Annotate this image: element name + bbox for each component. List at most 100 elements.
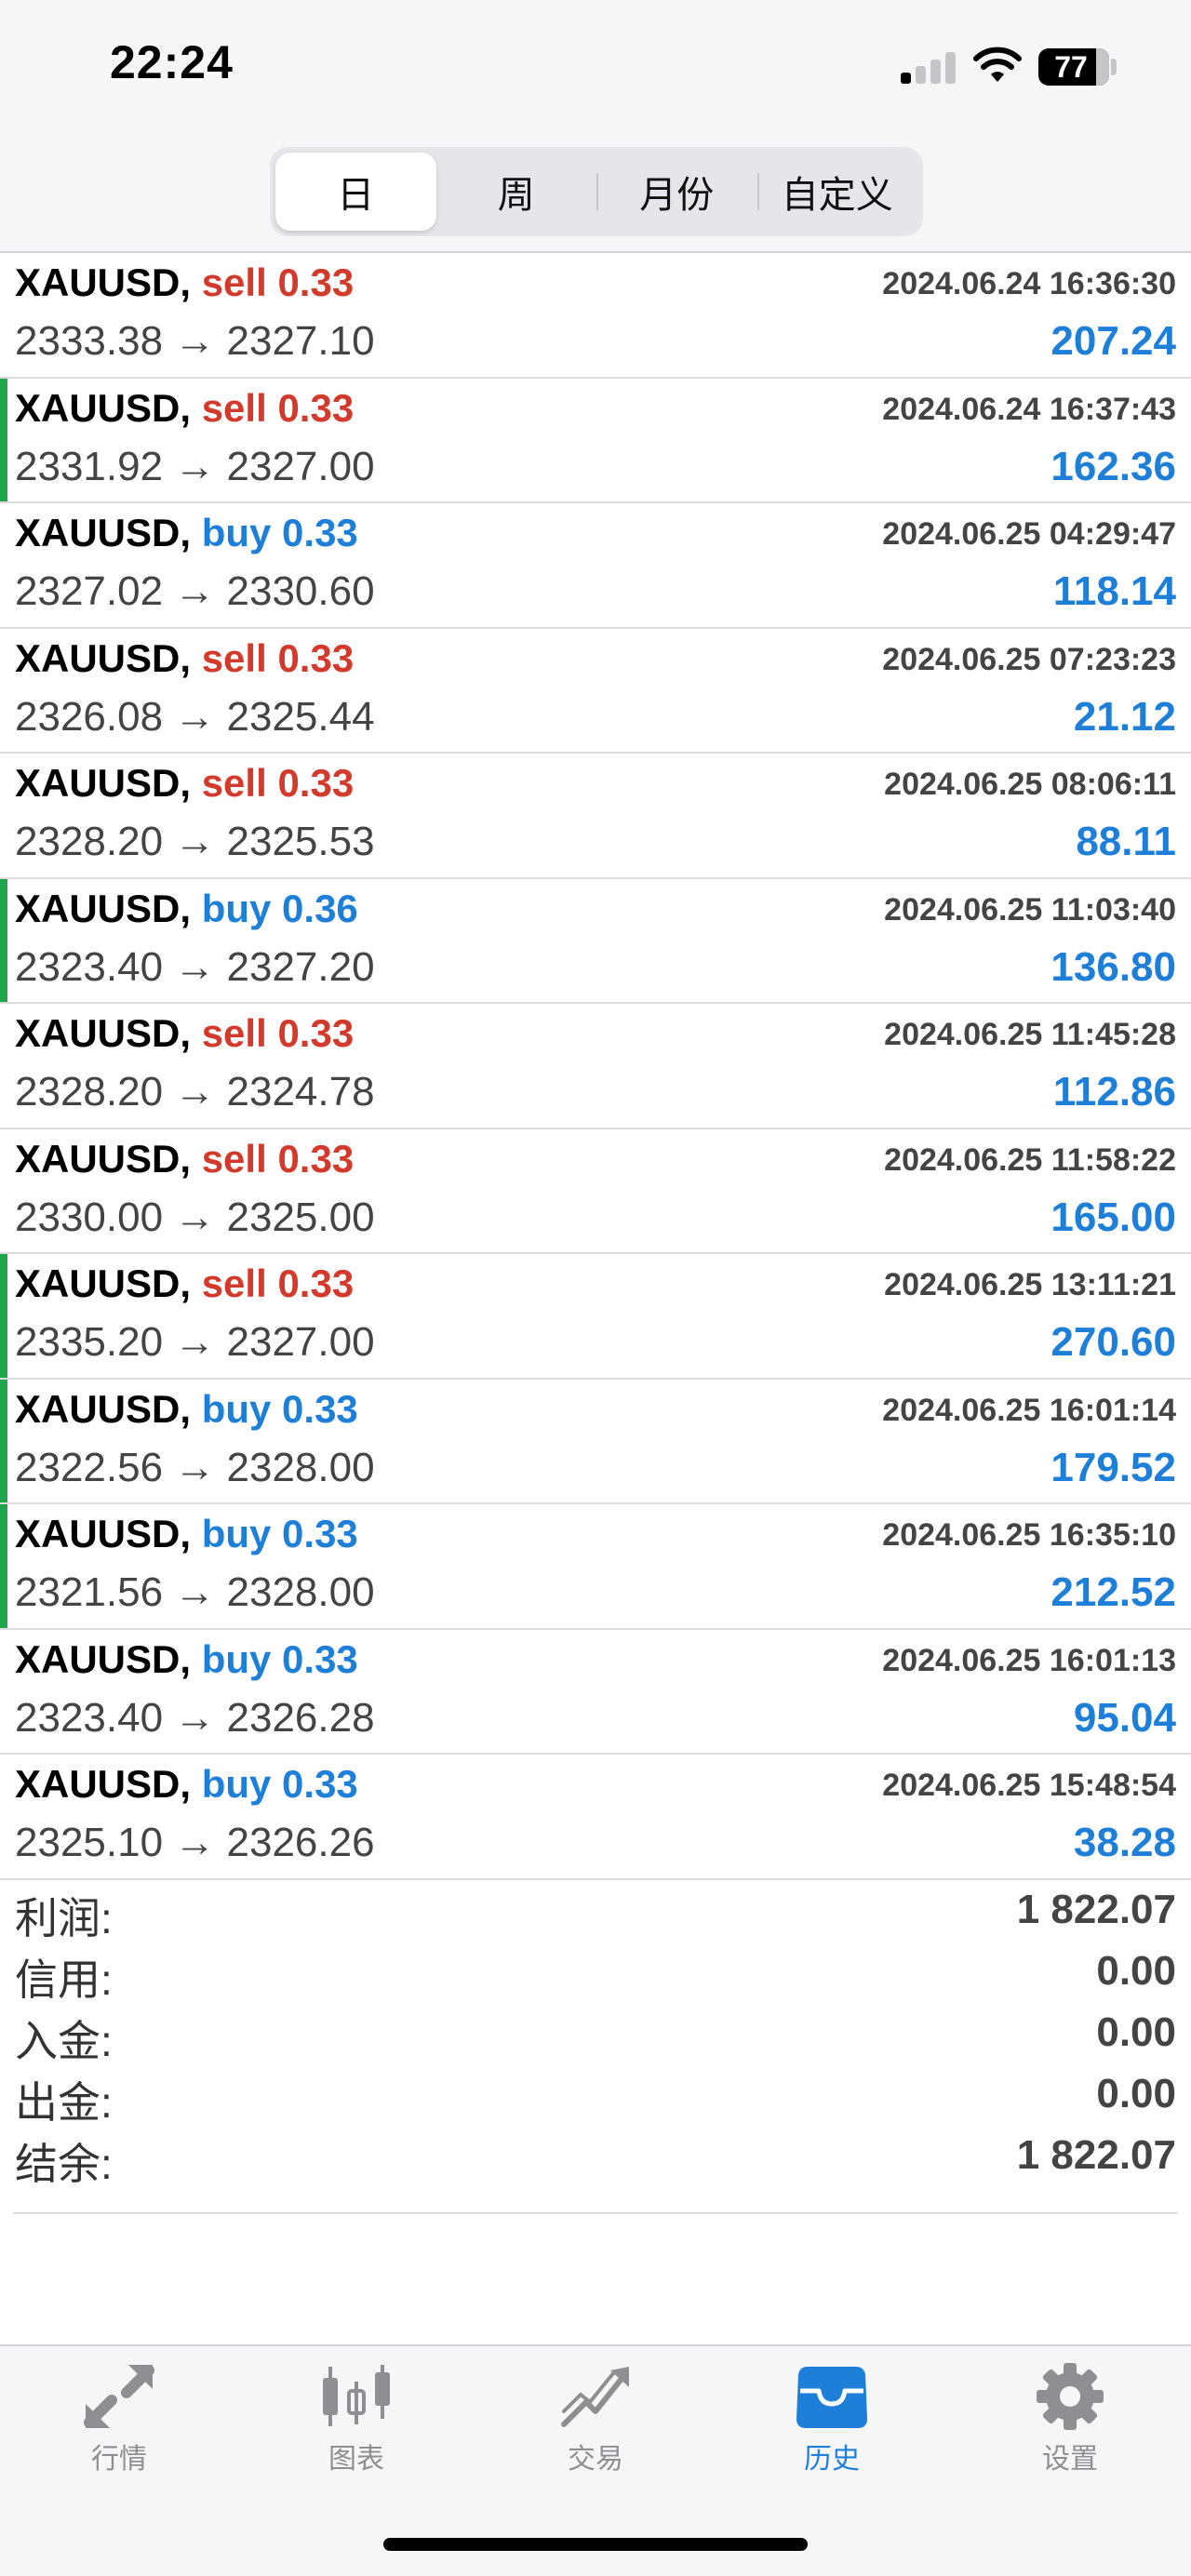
deal-row[interactable]: XAUUSD, sell 0.33 2024.06.25 07:23:23 23…	[0, 629, 1191, 754]
deal-time: 2024.06.25 16:35:10	[882, 1517, 1176, 1553]
summary-value: 0.00	[1096, 1948, 1176, 1994]
deal-row[interactable]: XAUUSD, buy 0.33 2024.06.25 16:01:13 232…	[0, 1630, 1191, 1755]
deal-prices: 2333.38 → 2327.10	[15, 318, 375, 364]
deal-profit: 21.12	[1073, 693, 1176, 740]
deal-side: buy	[201, 1762, 272, 1806]
deal-row[interactable]: XAUUSD, sell 0.33 2024.06.24 16:36:30 23…	[0, 253, 1191, 379]
deal-row[interactable]: XAUUSD, buy 0.33 2024.06.25 15:48:54 232…	[0, 1755, 1191, 1880]
period-tab-day[interactable]: 日	[275, 153, 436, 231]
deal-profit: 38.28	[1073, 1820, 1176, 1865]
deal-profit: 165.00	[1050, 1194, 1176, 1240]
deal-profit: 118.14	[1052, 568, 1176, 614]
deal-title: XAUUSD, buy 0.33	[15, 1637, 358, 1682]
tab-trade[interactable]: 交易	[526, 2363, 665, 2476]
deal-row[interactable]: XAUUSD, sell 0.33 2024.06.24 16:37:43 23…	[0, 378, 1191, 503]
tab-quotes[interactable]: 行情	[49, 2363, 189, 2476]
deal-symbol: XAUUSD,	[15, 1011, 192, 1055]
deal-time: 2024.06.25 16:01:13	[882, 1642, 1176, 1678]
deal-row[interactable]: XAUUSD, sell 0.33 2024.06.25 11:58:22 23…	[0, 1129, 1191, 1254]
deal-time: 2024.06.25 04:29:47	[882, 516, 1176, 552]
deal-row[interactable]: XAUUSD, buy 0.33 2024.06.25 04:29:47 232…	[0, 503, 1191, 629]
deal-title: XAUUSD, sell 0.33	[15, 636, 354, 681]
deal-symbol: XAUUSD,	[15, 1386, 192, 1431]
deal-profit: 88.11	[1076, 819, 1176, 864]
gear-icon	[1037, 2363, 1104, 2430]
wifi-icon	[973, 47, 1022, 82]
deal-title: XAUUSD, buy 0.33	[15, 1512, 358, 1556]
summary-row-withdrawal: 出金: 0.00	[0, 2063, 1191, 2127]
deal-title: XAUUSD, buy 0.33	[15, 1762, 358, 1807]
deal-side: sell	[201, 1136, 267, 1181]
deal-side: buy	[201, 1512, 272, 1555]
status-time: 22:24	[110, 36, 234, 88]
deal-profit: 136.80	[1050, 943, 1176, 990]
deal-time: 2024.06.25 11:58:22	[884, 1141, 1176, 1178]
deal-prices: 2335.20 → 2327.00	[15, 1319, 375, 1365]
history-header: 日 周 月份 自定义	[0, 130, 1191, 253]
deal-side: sell	[201, 635, 267, 680]
deal-symbol: XAUUSD,	[15, 1762, 192, 1806]
summary-label: 信用:	[15, 1955, 113, 2004]
deal-row[interactable]: XAUUSD, buy 0.33 2024.06.25 16:35:10 232…	[0, 1504, 1191, 1630]
deal-prices: 2328.20 → 2324.78	[15, 1069, 375, 1114]
deal-time: 2024.06.24 16:36:30	[882, 266, 1176, 301]
deal-row[interactable]: XAUUSD, buy 0.36 2024.06.25 11:03:40 232…	[0, 878, 1191, 1004]
home-indicator	[383, 2538, 808, 2551]
trend-line-icon	[561, 2367, 629, 2427]
deal-volume: 0.33	[277, 385, 355, 430]
deal-side: sell	[201, 1261, 267, 1305]
period-tab-month[interactable]: 月份	[596, 153, 757, 231]
period-tab-custom[interactable]: 自定义	[756, 153, 918, 231]
battery-nub	[1111, 59, 1117, 75]
deal-prices: 2328.20 → 2325.53	[15, 819, 375, 864]
deal-profit: 95.04	[1073, 1694, 1176, 1741]
summary-divider	[13, 2212, 1178, 2214]
deal-profit: 179.52	[1050, 1444, 1176, 1490]
deal-row[interactable]: XAUUSD, buy 0.33 2024.06.25 16:01:14 232…	[0, 1379, 1191, 1504]
deal-title: XAUUSD, buy 0.36	[15, 887, 358, 931]
deal-side: sell	[201, 1011, 267, 1055]
tab-trade-label: 交易	[568, 2444, 623, 2475]
deal-row[interactable]: XAUUSD, sell 0.33 2024.06.25 08:06:11 23…	[0, 754, 1191, 879]
deal-prices: 2326.08 → 2325.44	[15, 693, 375, 740]
summary-value: 1 822.07	[1016, 1887, 1176, 1932]
period-tab-week[interactable]: 周	[436, 153, 597, 231]
battery-icon: 77	[1038, 48, 1109, 86]
summary-row-balance: 结余: 1 822.07	[0, 2125, 1191, 2188]
deal-side: sell	[201, 385, 267, 430]
deal-time: 2024.06.25 08:06:11	[884, 767, 1176, 802]
deal-symbol: XAUUSD,	[15, 1136, 192, 1181]
summary-label: 入金:	[15, 2017, 113, 2065]
deal-title: XAUUSD, sell 0.33	[15, 386, 354, 431]
summary-section: 利润: 1 822.07 信用: 0.00 入金: 0.00 出金: 0.00 …	[0, 1879, 1191, 2188]
deal-title: XAUUSD, sell 0.33	[15, 1011, 354, 1056]
deal-prices: 2330.00 → 2325.00	[15, 1194, 375, 1240]
deal-volume: 0.33	[282, 511, 358, 554]
period-segmented-control: 日 周 月份 自定义	[270, 147, 923, 236]
deal-side: sell	[201, 260, 267, 304]
deal-title: XAUUSD, buy 0.33	[15, 511, 358, 555]
deal-side: sell	[201, 761, 267, 805]
deal-profit: 112.86	[1052, 1069, 1176, 1114]
deals-list: XAUUSD, sell 0.33 2024.06.24 16:36:30 23…	[0, 253, 1191, 1880]
deal-volume: 0.33	[277, 635, 355, 680]
deal-prices: 2331.92 → 2327.00	[15, 443, 375, 489]
deal-volume: 0.36	[282, 886, 358, 930]
deal-symbol: XAUUSD,	[15, 385, 192, 430]
deal-row[interactable]: XAUUSD, sell 0.33 2024.06.25 13:11:21 23…	[0, 1254, 1191, 1380]
deal-side: buy	[201, 1636, 272, 1681]
tab-charts[interactable]: 图表	[287, 2363, 426, 2476]
tab-settings[interactable]: 设置	[1000, 2363, 1140, 2476]
deal-row[interactable]: XAUUSD, sell 0.33 2024.06.25 11:45:28 23…	[0, 1004, 1191, 1129]
deal-profit: 212.52	[1050, 1569, 1176, 1615]
deal-volume: 0.33	[282, 1386, 358, 1431]
deal-profit: 270.60	[1050, 1319, 1176, 1365]
deal-time: 2024.06.25 11:45:28	[884, 1017, 1176, 1052]
status-bar: 22:24 77	[0, 0, 1191, 130]
deal-time: 2024.06.25 07:23:23	[882, 641, 1176, 677]
summary-value: 0.00	[1096, 2071, 1176, 2116]
tab-history[interactable]: 历史	[762, 2363, 902, 2476]
deal-symbol: XAUUSD,	[15, 260, 192, 304]
deal-prices: 2321.56 → 2328.00	[15, 1569, 375, 1615]
summary-row-profit: 利润: 1 822.07	[0, 1879, 1191, 1942]
